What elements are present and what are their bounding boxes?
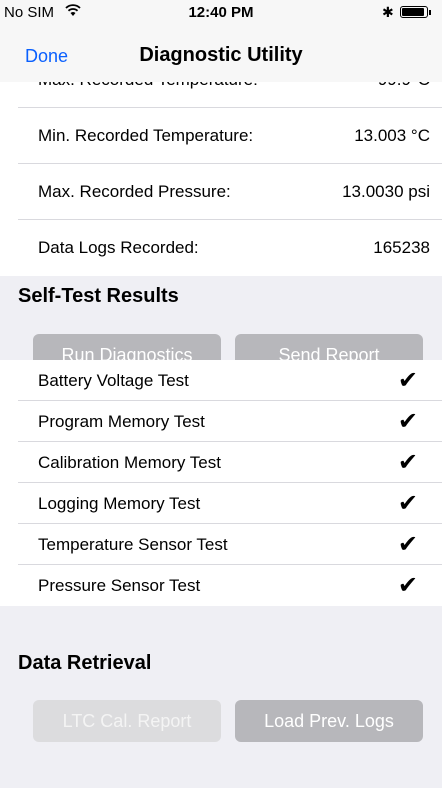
ltc-cal-report-button[interactable]: LTC Cal. Report (33, 700, 221, 742)
info-value: 99.9°C (378, 82, 430, 90)
test-row-program-memory: Program Memory Test ✔ (0, 401, 442, 442)
battery-icon (400, 6, 428, 18)
test-row-pressure-sensor: Pressure Sensor Test ✔ (0, 565, 442, 606)
checkmark-icon: ✔ (397, 367, 418, 394)
test-row-temperature-sensor: Temperature Sensor Test ✔ (0, 524, 442, 565)
test-row-logging-memory: Logging Memory Test ✔ (0, 483, 442, 524)
checkmark-icon: ✔ (397, 408, 418, 435)
test-label: Battery Voltage Test (38, 371, 189, 390)
section-header-self-test: Self-Test Results (18, 285, 179, 307)
status-bar: No SIM 12:40 PM ✱ (0, 0, 442, 26)
info-value: 165238 (373, 238, 430, 257)
test-label: Calibration Memory Test (38, 453, 221, 472)
checkmark-icon: ✔ (397, 572, 418, 599)
checkmark-icon: ✔ (397, 490, 418, 517)
info-value: 13.0030 psi (342, 182, 430, 201)
test-label: Program Memory Test (38, 412, 205, 431)
info-label: Max. Recorded Pressure: (38, 182, 231, 201)
section-header-data-retrieval: Data Retrieval (18, 652, 152, 674)
info-row-max-temperature: Max. Recorded Temperature: 99.9°C (0, 82, 442, 108)
info-label: Data Logs Recorded: (38, 238, 199, 257)
test-row-battery-voltage: Battery Voltage Test ✔ (0, 360, 442, 401)
checkmark-icon: ✔ (397, 449, 418, 476)
test-label: Temperature Sensor Test (38, 535, 228, 554)
navigation-bar: Done Diagnostic Utility (0, 26, 442, 83)
info-row-min-temperature: Min. Recorded Temperature: 13.003 °C (0, 108, 442, 164)
test-row-calibration-memory: Calibration Memory Test ✔ (0, 442, 442, 483)
status-time: 12:40 PM (188, 4, 254, 21)
checkmark-icon: ✔ (397, 531, 418, 558)
info-label: Max. Recorded Temperature: (38, 82, 258, 90)
test-label: Logging Memory Test (38, 494, 201, 513)
test-label: Pressure Sensor Test (38, 576, 201, 595)
page-title: Diagnostic Utility (139, 44, 303, 66)
info-row-data-logs: Data Logs Recorded: 165238 (0, 220, 442, 276)
info-row-max-pressure: Max. Recorded Pressure: 13.0030 psi (0, 164, 442, 220)
self-test-list: Battery Voltage Test ✔ Program Memory Te… (0, 360, 442, 606)
content-scroll-area[interactable]: Max. Recorded Temperature: 99.9°C Min. R… (0, 82, 442, 788)
load-prev-logs-button[interactable]: Load Prev. Logs (235, 700, 423, 742)
bluetooth-icon: ✱ (382, 4, 394, 20)
info-value: 13.003 °C (354, 126, 430, 145)
info-list: Max. Recorded Temperature: 99.9°C Min. R… (0, 82, 442, 276)
battery-tip (429, 10, 431, 15)
info-label: Min. Recorded Temperature: (38, 126, 254, 145)
